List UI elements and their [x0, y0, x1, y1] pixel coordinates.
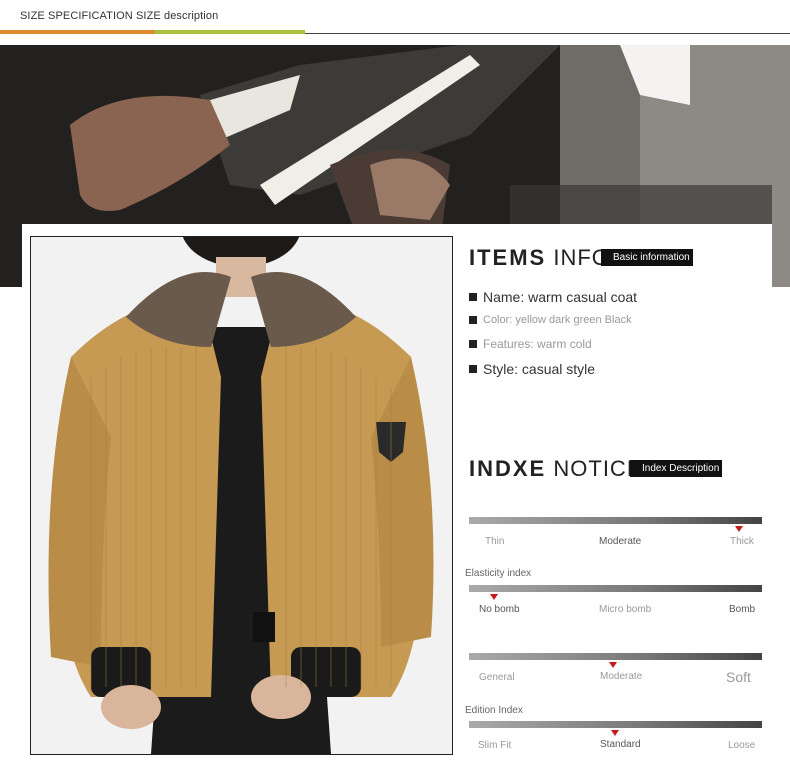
- bullet-icon: [469, 365, 477, 373]
- index-notice-tag: Index Description: [630, 460, 722, 477]
- info-row-name: Name: warm casual coat: [469, 289, 637, 305]
- info-row-style: Style: casual style: [469, 361, 595, 377]
- divider-line: [305, 33, 790, 34]
- index-marker-elasticity: [490, 594, 498, 600]
- index-option-moderate: Moderate: [600, 671, 643, 682]
- info-color: Color: yellow dark green Black: [483, 314, 632, 326]
- index-label-edition: Edition Index: [465, 705, 523, 716]
- index-notice-heading: INDXE NOTICE: [469, 456, 643, 482]
- index-option-micro-bomb: Micro bomb: [599, 604, 652, 615]
- index-option-general: General: [479, 672, 515, 683]
- info-row-features: Features: warm cold: [469, 337, 592, 351]
- index-option-bomb: Bomb: [729, 604, 756, 615]
- product-photo: [30, 236, 453, 755]
- index-bar-thickness: [469, 517, 762, 524]
- index-bar-elasticity: [469, 585, 762, 592]
- index-option-loose: Loose: [728, 740, 756, 751]
- index-marker-softness: [609, 662, 617, 668]
- accent-line-green: [155, 30, 305, 34]
- index-marker-thickness: [735, 526, 743, 532]
- index-option-slim-fit: Slim Fit: [478, 740, 512, 751]
- items-info-heading: ITEMS INFO: [469, 245, 610, 271]
- index-notice-heading-bold: INDXE: [469, 456, 547, 481]
- index-label-elasticity: Elasticity index: [465, 568, 532, 579]
- info-name: Name: warm casual coat: [483, 289, 638, 305]
- index-bar-softness: [469, 653, 762, 660]
- bullet-icon: [469, 293, 477, 301]
- page-title: SIZE SPECIFICATION SIZE description: [20, 10, 219, 22]
- bullet-icon: [469, 340, 477, 348]
- bullet-icon: [469, 316, 477, 324]
- index-marker-edition: [611, 730, 619, 736]
- info-row-color: Color: yellow dark green Black: [469, 314, 632, 326]
- info-features: Features: warm cold: [483, 337, 592, 351]
- index-option-thin: Thin: [485, 536, 505, 547]
- items-info-tag: Basic information: [601, 249, 693, 266]
- index-option-soft: Soft: [726, 669, 751, 685]
- accent-line-orange: [0, 30, 155, 34]
- index-option-no-bomb: No bomb: [479, 604, 520, 615]
- index-option-moderate: Moderate: [599, 536, 642, 547]
- index-option-thick: Thick: [730, 536, 754, 547]
- index-option-standard: Standard: [600, 739, 641, 750]
- top-bar: SIZE SPECIFICATION SIZE description: [0, 0, 790, 45]
- info-style: Style: casual style: [483, 361, 596, 377]
- items-info-heading-bold: ITEMS: [469, 245, 547, 270]
- index-bar-edition: [469, 721, 762, 728]
